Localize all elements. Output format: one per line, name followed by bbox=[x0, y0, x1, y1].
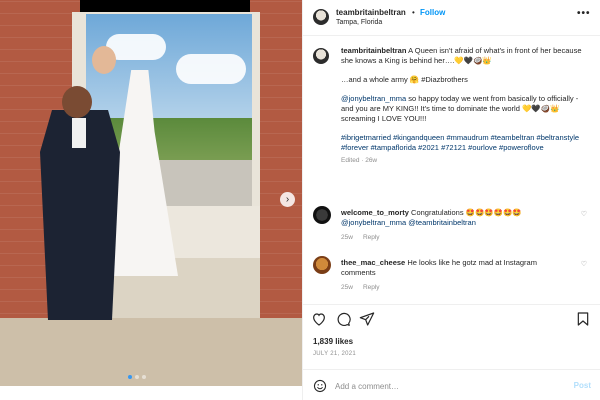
likes-count[interactable]: 1,839 likes bbox=[313, 337, 353, 346]
caption-avatar[interactable] bbox=[313, 48, 329, 64]
emoji-icon[interactable] bbox=[313, 379, 327, 393]
post-author-username[interactable]: teambritainbeltran bbox=[336, 8, 406, 17]
caption-hashtags[interactable]: #ibrigetmarried #kingandqueen #mmaudrum … bbox=[341, 133, 591, 153]
comment-text: welcome_to_morty Congratulations 🤩🤩🤩🤩🤩🤩 … bbox=[341, 208, 571, 228]
carousel-next-button[interactable]: › bbox=[280, 192, 295, 207]
comment-like-icon[interactable]: ♡ bbox=[581, 210, 587, 218]
comment-mention[interactable]: @jonybeltran_mma @teambritainbeltran bbox=[341, 218, 476, 227]
reply-button[interactable]: Reply bbox=[363, 284, 380, 291]
add-comment-bar: Post bbox=[303, 369, 600, 400]
caption-username[interactable]: teambritainbeltran bbox=[341, 46, 406, 55]
caption-timestamp: Edited · 26w bbox=[341, 157, 378, 164]
floor bbox=[0, 318, 302, 386]
commenter-username[interactable]: thee_mac_cheese bbox=[341, 258, 405, 267]
carousel-dot bbox=[135, 375, 139, 379]
post-photo[interactable]: › bbox=[0, 0, 302, 386]
share-icon[interactable] bbox=[359, 311, 375, 327]
caption-mention[interactable]: @jonybeltran_mma bbox=[341, 94, 406, 103]
comment-time: 25w bbox=[341, 234, 353, 241]
comment-icon[interactable] bbox=[335, 311, 351, 327]
post-date: JULY 21, 2021 bbox=[313, 351, 357, 357]
post-header: teambritainbeltran • Follow Tampa, Flori… bbox=[303, 0, 600, 36]
more-options-icon[interactable]: ••• bbox=[577, 8, 591, 19]
carousel-dot bbox=[128, 375, 132, 379]
comment-input[interactable] bbox=[335, 378, 555, 394]
groom bbox=[62, 86, 92, 118]
location-link[interactable]: Tampa, Florida bbox=[336, 19, 382, 26]
avatar[interactable] bbox=[313, 9, 329, 25]
follow-button[interactable]: Follow bbox=[420, 8, 445, 17]
comment-meta: 25w Reply bbox=[341, 234, 380, 241]
heart-icon[interactable] bbox=[311, 311, 327, 327]
reply-button[interactable]: Reply bbox=[363, 234, 380, 241]
photo-bottom-strip bbox=[0, 386, 302, 400]
separator-dot: • bbox=[412, 8, 415, 17]
comment-meta: 25w Reply bbox=[341, 284, 380, 291]
commenter-avatar[interactable] bbox=[313, 256, 331, 274]
comment-text: thee_mac_cheese He looks like he gotz ma… bbox=[341, 258, 571, 278]
post-actions: 1,839 likes JULY 21, 2021 Post bbox=[303, 304, 600, 400]
comments-section[interactable]: teambritainbeltran A Queen isn't afraid … bbox=[303, 36, 600, 304]
instagram-post-view: › teambritainbeltran • Follow Tampa, Flo… bbox=[0, 0, 600, 400]
sky bbox=[86, 14, 252, 134]
carousel-indicator bbox=[128, 375, 146, 379]
post-comment-button[interactable]: Post bbox=[574, 381, 591, 390]
commenter-avatar[interactable] bbox=[313, 206, 331, 224]
post-caption: teambritainbeltran A Queen isn't afraid … bbox=[341, 46, 591, 173]
bookmark-icon[interactable] bbox=[575, 311, 591, 327]
wedding-photo-scene bbox=[0, 0, 302, 386]
comment-time: 25w bbox=[341, 284, 353, 291]
carousel-dot bbox=[142, 375, 146, 379]
caption-text-2: …and a whole army 🤗 #Diazbrothers bbox=[341, 75, 468, 84]
bride bbox=[92, 46, 116, 74]
comment-body: Congratulations 🤩🤩🤩🤩🤩🤩 bbox=[411, 208, 522, 217]
commenter-username[interactable]: welcome_to_morty bbox=[341, 208, 409, 217]
comment-like-icon[interactable]: ♡ bbox=[581, 260, 587, 268]
groom-shirt bbox=[72, 118, 86, 148]
